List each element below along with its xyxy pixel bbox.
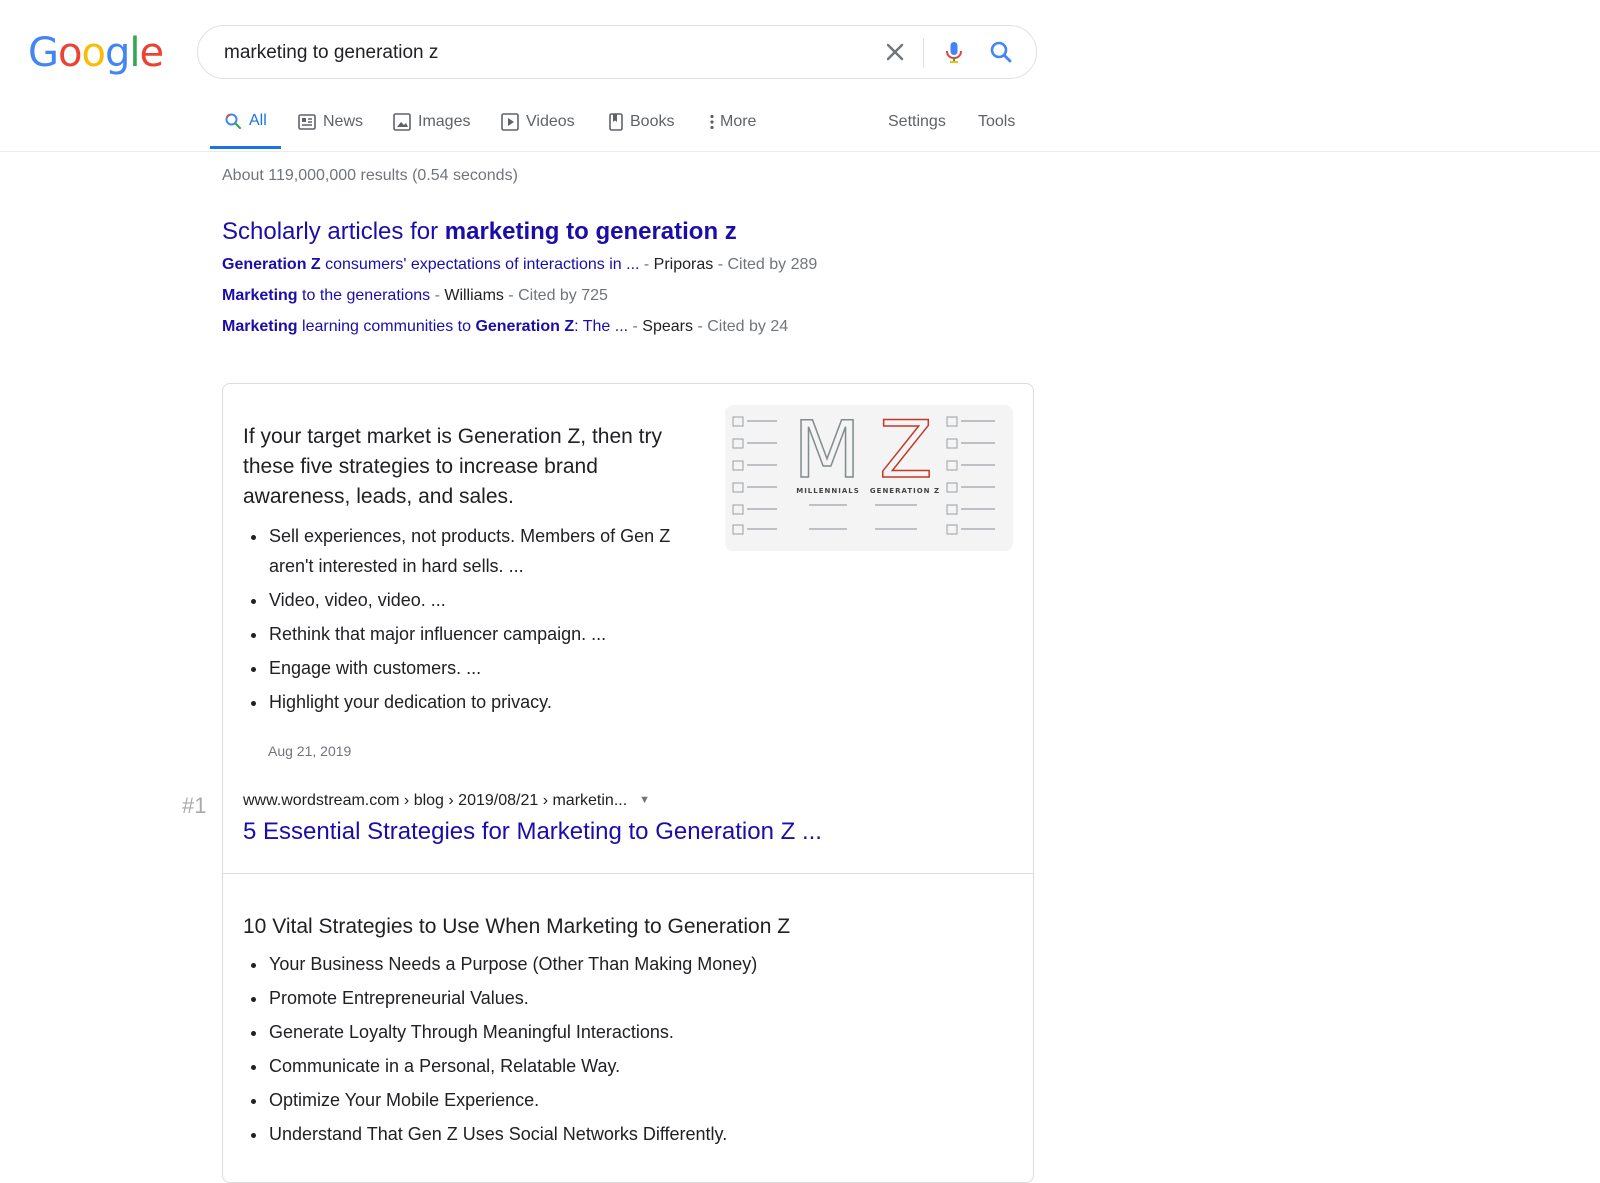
tab-all[interactable]: All	[210, 95, 281, 149]
image-label: GENERATION Z	[870, 487, 940, 495]
tab-books[interactable]: Books	[609, 95, 674, 149]
list-item: Communicate in a Personal, Relatable Way…	[268, 1051, 1028, 1081]
clear-icon[interactable]	[882, 39, 908, 65]
image-letter: M	[793, 406, 860, 496]
scholar-article: Marketing learning communities to Genera…	[222, 318, 817, 339]
tab-label: More	[720, 113, 757, 130]
link-bold: Generation Z	[222, 256, 321, 273]
list-item: Highlight your dedication to privacy.	[268, 687, 708, 717]
image-label: MILLENNIALS	[796, 487, 860, 495]
logo-letter: G	[28, 30, 59, 76]
logo-letter: g	[104, 30, 130, 76]
tab-label: Images	[418, 113, 471, 130]
breadcrumb-url: www.wordstream.com › blog › 2019/08/21 ›…	[243, 792, 628, 809]
play-icon	[501, 113, 519, 131]
list-item: Promote Entrepreneurial Values.	[268, 983, 1028, 1013]
list-item: Generate Loyalty Through Meaningful Inte…	[268, 1017, 1028, 1047]
separator: -	[503, 287, 519, 304]
featured-snippet-card: If your target market is Generation Z, t…	[222, 383, 1034, 1183]
scholar-article: Marketing to the generations - Williams …	[222, 287, 817, 308]
logo-letter: l	[129, 30, 140, 76]
logo-letter: e	[139, 30, 164, 76]
link-text: consumers' expectations of interactions …	[320, 256, 640, 273]
microphone-icon[interactable]	[941, 39, 967, 65]
list-item: Sell experiences, not products. Members …	[268, 521, 708, 581]
link-bold: Generation Z	[475, 318, 575, 335]
image-icon	[393, 113, 411, 131]
dropdown-arrow-icon[interactable]: ▼	[639, 794, 650, 806]
cited-by-link[interactable]: Cited by 289	[727, 256, 817, 273]
tab-images[interactable]: Images	[393, 95, 470, 149]
search-tabs: All News Images Videos Books More Settin…	[0, 95, 1600, 152]
featured-snippet-image[interactable]: M Z MILLENNIALS GENERATION Z	[725, 405, 1013, 551]
scholar-article-link[interactable]: Generation Z consumers' expectations of …	[222, 256, 639, 273]
tab-videos[interactable]: Videos	[501, 95, 575, 149]
result-title-link[interactable]: 5 Essential Strategies for Marketing to …	[243, 818, 822, 846]
tab-label: All	[249, 111, 267, 129]
author: Williams	[444, 287, 504, 304]
google-logo[interactable]: Google	[28, 30, 164, 76]
scholarly-title-prefix: Scholarly articles for	[222, 218, 445, 245]
settings-link[interactable]: Settings	[888, 95, 946, 149]
featured-snippet-list: Sell experiences, not products. Members …	[243, 521, 708, 721]
author: Priporas	[653, 256, 714, 273]
search-divider	[923, 38, 924, 68]
tab-more[interactable]: More	[709, 95, 756, 149]
tab-label: Books	[630, 113, 675, 130]
scholarly-title-link[interactable]: Scholarly articles for marketing to gene…	[222, 218, 817, 246]
separator: -	[628, 318, 643, 335]
featured-snippet-heading: If your target market is Generation Z, t…	[243, 425, 663, 508]
scholarly-title-query: marketing to generation z	[444, 218, 737, 245]
rank-label: #1	[182, 793, 207, 818]
separator: -	[639, 256, 654, 273]
author: Spears	[642, 318, 693, 335]
separator: -	[430, 287, 445, 304]
scholar-article-link[interactable]: Marketing learning communities to Genera…	[222, 318, 628, 335]
tab-label: Videos	[526, 113, 575, 130]
search-icon	[224, 112, 242, 130]
search-icon[interactable]	[988, 39, 1014, 65]
list-item: Your Business Needs a Purpose (Other Tha…	[268, 949, 1028, 979]
link-text: to the generations	[297, 287, 431, 304]
tab-label: News	[323, 113, 364, 130]
link-text: : The ...	[574, 318, 629, 335]
separator: -	[713, 256, 728, 273]
list-item: Rethink that major influencer campaign. …	[268, 619, 708, 649]
card-divider	[223, 873, 1033, 874]
snippet-heading: 10 Vital Strategies to Use When Marketin…	[243, 915, 791, 938]
search-input[interactable]	[222, 26, 846, 80]
scholarly-articles: Scholarly articles for marketing to gene…	[222, 218, 817, 339]
snippet-date: Aug 21, 2019	[268, 743, 352, 759]
search-box	[197, 25, 1037, 80]
cited-by-link[interactable]: Cited by 24	[707, 318, 788, 335]
list-item: Optimize Your Mobile Experience.	[268, 1085, 1028, 1115]
logo-letter: o	[58, 30, 83, 76]
logo-letter: o	[81, 30, 106, 76]
tab-news[interactable]: News	[298, 95, 363, 149]
result-stats: About 119,000,000 results (0.54 seconds)	[222, 167, 518, 184]
link-bold: Marketing	[222, 318, 298, 335]
link-bold: Marketing	[222, 287, 298, 304]
tools-link[interactable]: Tools	[978, 95, 1015, 149]
book-icon	[609, 113, 623, 131]
list-item: Understand That Gen Z Uses Social Networ…	[268, 1119, 1028, 1149]
list-item: Video, video, video. ...	[268, 585, 708, 615]
list-item: Engage with customers. ...	[268, 653, 708, 683]
scholar-article-link[interactable]: Marketing to the generations	[222, 287, 430, 304]
more-vert-icon	[709, 113, 715, 131]
image-letter: Z	[879, 406, 932, 496]
result-breadcrumb[interactable]: www.wordstream.com › blog › 2019/08/21 ›…	[243, 792, 650, 810]
separator: -	[693, 318, 708, 335]
scholar-article: Generation Z consumers' expectations of …	[222, 256, 817, 277]
newspaper-icon	[298, 114, 316, 130]
link-text: learning communities to	[297, 318, 476, 335]
snippet-list: Your Business Needs a Purpose (Other Tha…	[243, 949, 1028, 1153]
cited-by-link[interactable]: Cited by 725	[518, 287, 608, 304]
